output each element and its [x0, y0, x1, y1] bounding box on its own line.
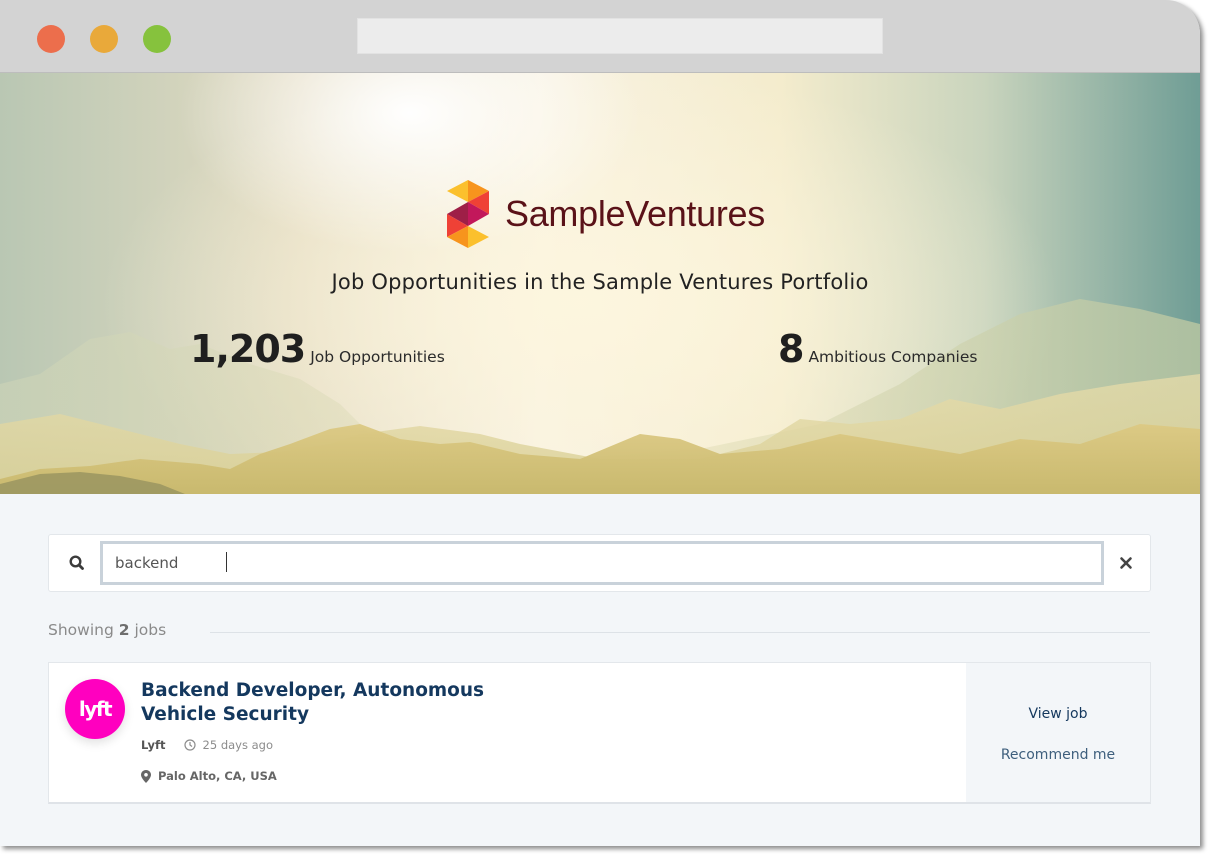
- window-close-button[interactable]: [37, 25, 65, 53]
- text-cursor: [226, 552, 227, 572]
- stat-job-opportunities: 1,203 Job Opportunities: [190, 327, 445, 371]
- address-bar[interactable]: [357, 18, 883, 54]
- hills-background-image: [0, 299, 1200, 494]
- browser-titlebar: [0, 0, 1200, 73]
- search-bar: [48, 534, 1151, 592]
- company-name[interactable]: Lyft: [141, 738, 166, 752]
- job-location: Palo Alto, CA, USA: [141, 769, 277, 783]
- recommend-me-link[interactable]: Recommend me: [966, 747, 1150, 763]
- hero-title: Job Opportunities in the Sample Ventures…: [331, 270, 869, 294]
- window-minimize-button[interactable]: [90, 25, 118, 53]
- clock-icon: [183, 739, 196, 751]
- results-count: Showing 2 jobs: [48, 621, 166, 639]
- results-prefix: Showing: [48, 621, 114, 639]
- map-pin-icon: [141, 769, 151, 783]
- brand-name: SampleVentures: [505, 193, 765, 234]
- results-divider: [210, 632, 1150, 633]
- stat-value: 8: [778, 327, 804, 371]
- stat-companies: 8 Ambitious Companies: [778, 327, 977, 371]
- job-card: lyft Backend Developer, Autonomous Vehic…: [48, 662, 1151, 804]
- window-maximize-button[interactable]: [143, 25, 171, 53]
- browser-window: SampleVentures Job Opportunities in the …: [0, 0, 1200, 846]
- job-meta: Lyft 25 days ago: [141, 738, 273, 752]
- results-number: 2: [118, 621, 130, 639]
- search-icon: [69, 555, 84, 570]
- job-title[interactable]: Backend Developer, Autonomous Vehicle Se…: [141, 679, 541, 727]
- stat-value: 1,203: [190, 327, 306, 371]
- job-actions: View job Recommend me: [966, 663, 1150, 802]
- search-input[interactable]: [100, 541, 1104, 585]
- sampleventures-logo-icon: [447, 180, 489, 248]
- location-text: Palo Alto, CA, USA: [158, 769, 277, 783]
- results-suffix: jobs: [134, 621, 167, 639]
- stat-label: Job Opportunities: [310, 348, 445, 366]
- posted-date: 25 days ago: [202, 738, 274, 752]
- company-logo-text: lyft: [78, 697, 113, 721]
- view-job-link[interactable]: View job: [966, 706, 1150, 722]
- brand: SampleVentures: [447, 180, 765, 248]
- stat-label: Ambitious Companies: [808, 348, 978, 366]
- close-icon[interactable]: [1117, 554, 1135, 572]
- company-logo-lyft[interactable]: lyft: [65, 679, 125, 739]
- hero-banner: SampleVentures Job Opportunities in the …: [0, 73, 1200, 494]
